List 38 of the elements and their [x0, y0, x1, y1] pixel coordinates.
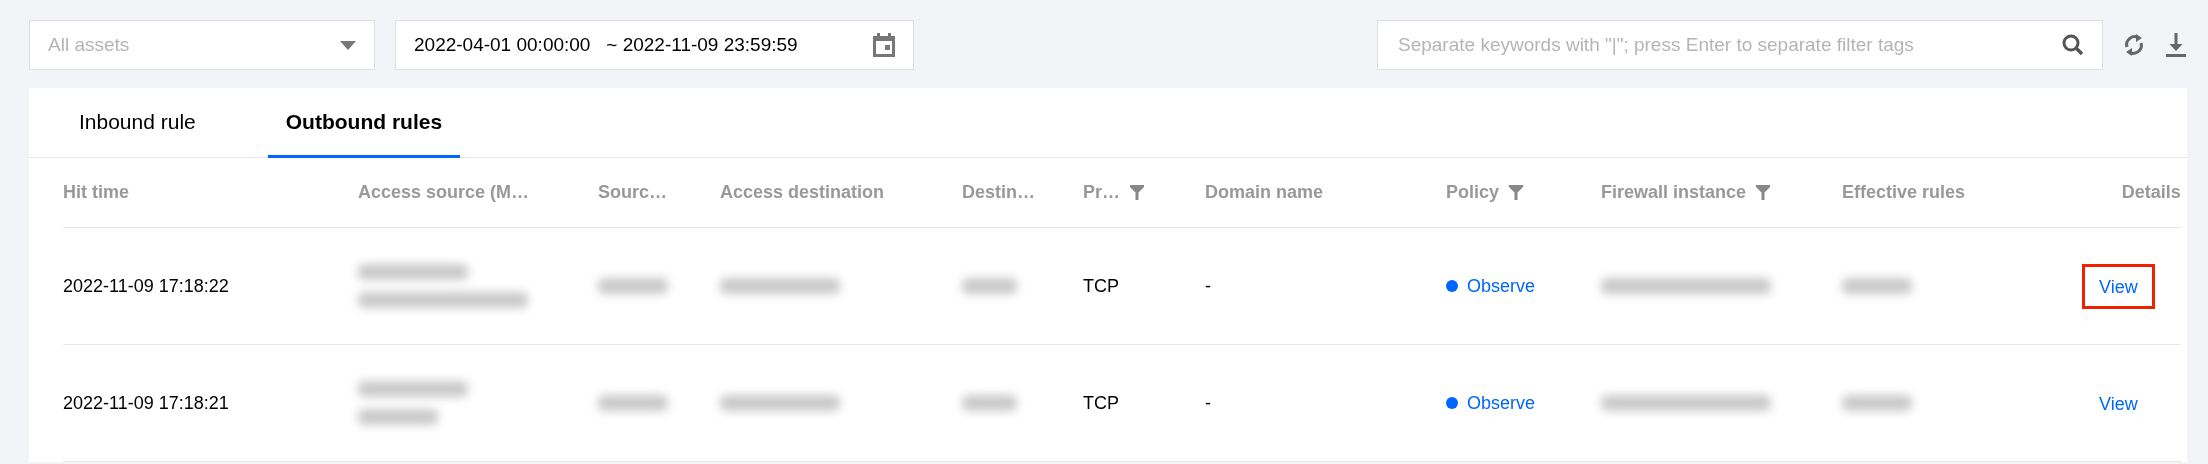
column-header: Access destination: [720, 182, 885, 203]
blurred-text: [962, 278, 1017, 294]
tab[interactable]: Inbound rule: [61, 88, 214, 158]
date-range-field[interactable]: 2022-04-01 00:00:00 ~ 2022-11-09 23:59:59: [395, 20, 914, 70]
download-icon[interactable]: [2165, 33, 2187, 57]
status-label: Observe: [1467, 392, 1536, 414]
column-header: Firewall instance: [1601, 182, 1747, 203]
refresh-icon[interactable]: [2123, 33, 2145, 57]
column-header: Policy: [1446, 182, 1500, 203]
column-header: Effective rules: [1842, 182, 1966, 203]
column-header: Hit time: [63, 182, 129, 203]
column-header: Sourc…: [598, 182, 667, 203]
table-cell: TCP: [1083, 392, 1119, 414]
column-header: Details: [2121, 182, 2181, 203]
table-cell: -: [1205, 392, 1211, 414]
caret-icon: [340, 40, 356, 50]
table-cell: TCP: [1083, 275, 1119, 297]
column-header: Domain name: [1205, 182, 1324, 203]
table-cell: -: [1205, 275, 1211, 297]
filter-icon[interactable]: [1509, 185, 1524, 200]
status-label: Observe: [1467, 275, 1536, 297]
blurred-text: [598, 395, 668, 411]
blurred-text: [1842, 395, 1912, 411]
search-icon[interactable]: [2062, 34, 2084, 56]
calendar-icon[interactable]: [873, 33, 895, 57]
filter-icon[interactable]: [1130, 185, 1144, 200]
blurred-text: [962, 395, 1017, 411]
blurred-text: [1842, 278, 1912, 294]
filter-icon[interactable]: [1756, 185, 1771, 200]
tab[interactable]: Outbound rules: [267, 88, 461, 158]
view-link[interactable]: View: [2082, 263, 2155, 309]
column-header: Access source (M…: [358, 182, 530, 203]
view-link[interactable]: View: [2082, 380, 2155, 426]
table-cell: 2022-11-09 17:18:22: [63, 275, 229, 297]
column-header: Destin…: [962, 182, 1035, 203]
column-header: Pr…: [1083, 182, 1120, 203]
blurred-text: [598, 278, 668, 294]
table-cell: 2022-11-09 17:18:21: [63, 392, 229, 414]
